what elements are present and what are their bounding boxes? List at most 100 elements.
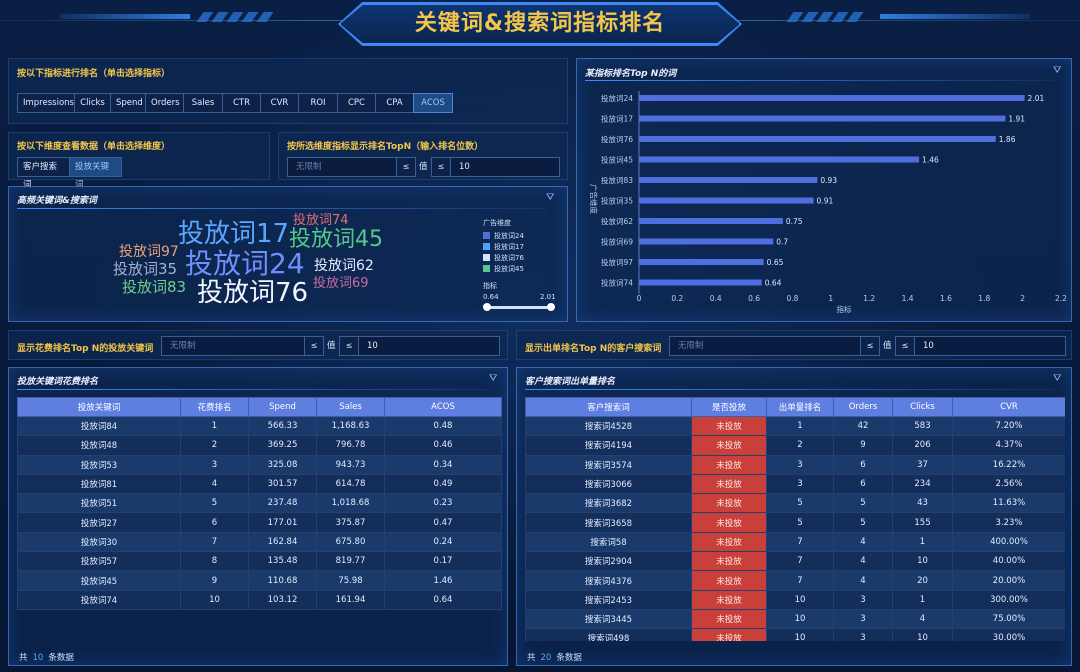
table-row[interactable]: 投放词45 9 110.68 75.98 1.46	[17, 570, 502, 591]
table-cell: 110.68	[248, 570, 317, 591]
orders-table-wrap[interactable]: 客户搜索词 是否投放 出单量排名 Orders Clicks CVR 搜索词4528 未投放…	[525, 397, 1065, 641]
table-row[interactable]: 搜索词498 未投放 10 3 10 30.00%	[525, 628, 1065, 641]
bar[interactable]	[639, 136, 996, 142]
bar[interactable]	[639, 197, 814, 204]
spend-table-footer: 共 10 条数据	[19, 651, 74, 663]
table-row[interactable]: 投放词48 2 369.25 796.78 0.46	[17, 435, 502, 456]
bar[interactable]	[639, 238, 774, 245]
metric-button-cpc[interactable]: CPC	[337, 93, 376, 113]
column-header[interactable]: Spend	[248, 397, 317, 417]
table-row[interactable]: 搜索词3574 未投放 3 6 37 16.22%	[525, 454, 1065, 475]
spend-condition-input[interactable]: 无限制	[161, 336, 305, 356]
table-row[interactable]: 搜索词4528 未投放 1 42 583 7.20%	[525, 415, 1065, 437]
table-row[interactable]: 搜索词3066 未投放 3 6 234 2.56%	[525, 473, 1065, 495]
filter-icon[interactable]: ⛛	[489, 373, 497, 384]
spend-value-input[interactable]: 10	[358, 336, 500, 356]
column-header[interactable]: ACOS	[384, 397, 502, 417]
metric-button-roi[interactable]: ROI	[298, 93, 338, 113]
bar[interactable]	[639, 156, 920, 163]
table-cell: 4	[892, 608, 953, 630]
metric-button-impressions[interactable]: Impressions	[17, 93, 75, 113]
topn-value-input[interactable]: 10	[450, 157, 560, 177]
topn-condition-input[interactable]: 无限制	[287, 157, 397, 177]
table-row[interactable]: 投放词74 10 103.12 161.94 0.64	[17, 589, 502, 610]
table-row[interactable]: 搜索词2453 未投放 10 3 1 300.00%	[525, 589, 1065, 610]
bar[interactable]	[639, 115, 1006, 122]
table-cell: 42	[833, 415, 893, 437]
bar[interactable]	[639, 218, 783, 224]
table-cell: 7	[180, 531, 249, 553]
slider-track[interactable]	[487, 306, 551, 309]
legend-item[interactable]: 投放词17	[483, 241, 524, 252]
table-row[interactable]: 投放词27 6 177.01 375.87 0.47	[17, 512, 502, 533]
table-row[interactable]: 搜索词4194 未投放 2 9 206 4.37%	[525, 435, 1065, 456]
table-row[interactable]: 搜索词3658 未投放 5 5 155 3.23%	[525, 512, 1065, 533]
table-cell: 1	[892, 589, 953, 610]
metric-button-acos[interactable]: ACOS	[413, 93, 453, 113]
table-row[interactable]: 投放词53 3 325.08 943.73 0.34	[17, 454, 502, 475]
column-header[interactable]: 是否投放	[691, 397, 767, 417]
metric-button-cvr[interactable]: CVR	[260, 93, 299, 113]
metric-button-cpa[interactable]: CPA	[375, 93, 414, 113]
table-row[interactable]: 投放词81 4 301.57 614.78 0.49	[17, 473, 502, 495]
table-cell: 375.87	[316, 512, 385, 533]
metric-button-spend[interactable]: Spend	[110, 93, 146, 113]
table-cell: 20.00%	[952, 570, 1065, 591]
metric-button-sales[interactable]: Sales	[183, 93, 223, 113]
table-row[interactable]: 搜索词58 未投放 7 4 1 400.00%	[525, 531, 1065, 553]
orders-value-operator-button[interactable]: ≤	[895, 336, 915, 356]
table-row[interactable]: 搜索词3682 未投放 5 5 43 11.63%	[525, 493, 1065, 514]
column-header[interactable]: 投放关键词	[17, 397, 181, 417]
legend-item[interactable]: 投放词45	[483, 263, 524, 274]
orders-operator-button[interactable]: ≤	[860, 336, 880, 356]
column-header[interactable]: 花费排名	[180, 397, 249, 417]
table-cell: 搜索词3658	[525, 512, 692, 533]
spend-value-operator-button[interactable]: ≤	[339, 336, 359, 356]
x-tick-label: 1.6	[940, 294, 952, 303]
metric-button-orders[interactable]: Orders	[145, 93, 184, 113]
metric-button-ctr[interactable]: CTR	[222, 93, 261, 113]
bar[interactable]	[639, 95, 1025, 101]
table-cell: 4	[180, 473, 249, 495]
table-row[interactable]: 搜索词2904 未投放 7 4 10 40.00%	[525, 551, 1065, 572]
table-row[interactable]: 投放词51 5 237.48 1,018.68 0.23	[17, 493, 502, 514]
table-cell: 43	[892, 493, 953, 514]
filter-icon[interactable]: ⛛	[1053, 373, 1061, 384]
topn-operator-button[interactable]: ≤	[396, 157, 416, 177]
slider-handle-min[interactable]	[483, 303, 491, 311]
column-header[interactable]: 出单量排名	[766, 397, 834, 417]
bar[interactable]	[639, 177, 818, 183]
bar[interactable]	[639, 259, 764, 265]
table-cell: 0.17	[384, 551, 502, 572]
legend-item[interactable]: 投放词76	[483, 252, 524, 263]
less-equal-icon: ≤	[866, 341, 874, 350]
column-header[interactable]: Orders	[833, 397, 893, 417]
header-bar-right	[880, 14, 1030, 19]
column-header[interactable]: Sales	[316, 397, 385, 417]
table-cell: 投放词84	[17, 415, 181, 437]
metric-button-clicks[interactable]: Clicks	[74, 93, 111, 113]
dimension-button-search-term[interactable]: 客户搜索词	[17, 157, 70, 190]
filter-icon[interactable]: ⛛	[546, 192, 554, 203]
orders-value-input[interactable]: 10	[914, 336, 1066, 356]
column-header[interactable]: 客户搜索词	[525, 397, 692, 417]
legend-label: 投放词17	[494, 242, 524, 251]
column-header[interactable]: CVR	[952, 397, 1065, 417]
spend-operator-button[interactable]: ≤	[304, 336, 324, 356]
column-header[interactable]: Clicks	[892, 397, 953, 417]
table-row[interactable]: 投放词84 1 566.33 1,168.63 0.48	[17, 415, 502, 437]
table-cell: 1,018.68	[316, 493, 385, 514]
orders-condition-input[interactable]: 无限制	[669, 336, 861, 356]
table-row[interactable]: 搜索词4376 未投放 7 4 20 20.00%	[525, 570, 1065, 591]
dimension-button-keyword[interactable]: 投放关键词	[69, 157, 122, 190]
table-row[interactable]: 投放词57 8 135.48 819.77 0.17	[17, 551, 502, 572]
legend-item[interactable]: 投放词24	[483, 230, 524, 241]
bar[interactable]	[639, 279, 762, 286]
table-row[interactable]: 投放词30 7 162.84 675.80 0.24	[17, 531, 502, 553]
x-tick-label: 1.8	[978, 294, 990, 303]
y-axis-label: 广告维度	[589, 184, 599, 214]
slider-handle-max[interactable]	[547, 303, 555, 311]
topn-value-operator-button[interactable]: ≤	[431, 157, 451, 177]
spend-filter-label: 显示花费排名Top N的投放关键词	[17, 344, 154, 354]
table-row[interactable]: 搜索词3445 未投放 10 3 4 75.00%	[525, 608, 1065, 630]
